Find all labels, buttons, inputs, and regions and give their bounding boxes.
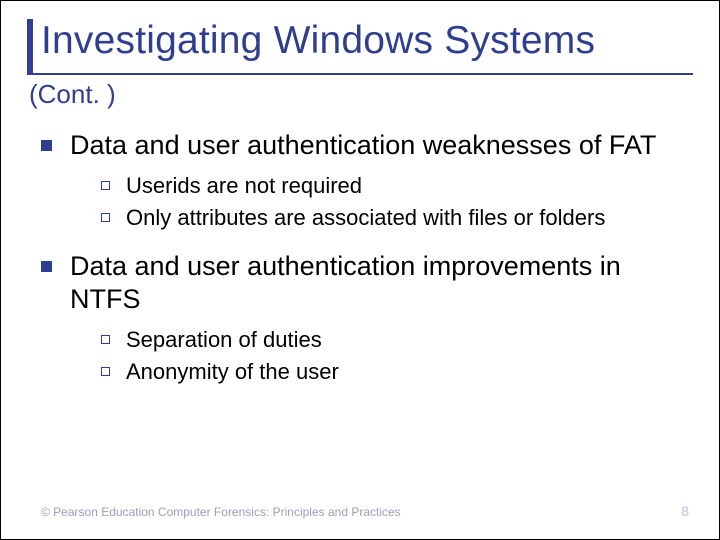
slide-subtitle: (Cont. ) [29,79,116,110]
square-bullet-icon [41,261,52,272]
sub-bullet-text: Anonymity of the user [126,358,339,386]
slide-title: Investigating Windows Systems [41,19,595,63]
title-rule-horizontal [27,73,693,75]
bullet-level1: Data and user authentication improvement… [41,250,685,316]
bullet-text: Data and user authentication weaknesses … [70,129,656,162]
hollow-square-bullet-icon [101,213,110,222]
sub-bullet-group: Userids are not required Only attributes… [101,172,685,232]
bullet-text: Data and user authentication improvement… [70,250,685,316]
bullet-level2: Only attributes are associated with file… [101,204,685,232]
hollow-square-bullet-icon [101,367,110,376]
copyright-text: © Pearson Education Computer Forensics: … [41,505,401,519]
bullet-level2: Anonymity of the user [101,358,685,386]
bullet-level1: Data and user authentication weaknesses … [41,129,685,162]
sub-bullet-text: Userids are not required [126,172,362,200]
square-bullet-icon [41,140,52,151]
bullet-level2: Separation of duties [101,326,685,354]
slide: Investigating Windows Systems (Cont. ) D… [0,0,720,540]
sub-bullet-text: Separation of duties [126,326,322,354]
bullet-level2: Userids are not required [101,172,685,200]
title-rule-vertical [27,19,33,75]
slide-body: Data and user authentication weaknesses … [41,129,685,404]
sub-bullet-group: Separation of duties Anonymity of the us… [101,326,685,386]
hollow-square-bullet-icon [101,335,110,344]
sub-bullet-text: Only attributes are associated with file… [126,204,605,232]
page-number: 8 [681,503,689,519]
slide-footer: © Pearson Education Computer Forensics: … [41,503,689,519]
hollow-square-bullet-icon [101,181,110,190]
